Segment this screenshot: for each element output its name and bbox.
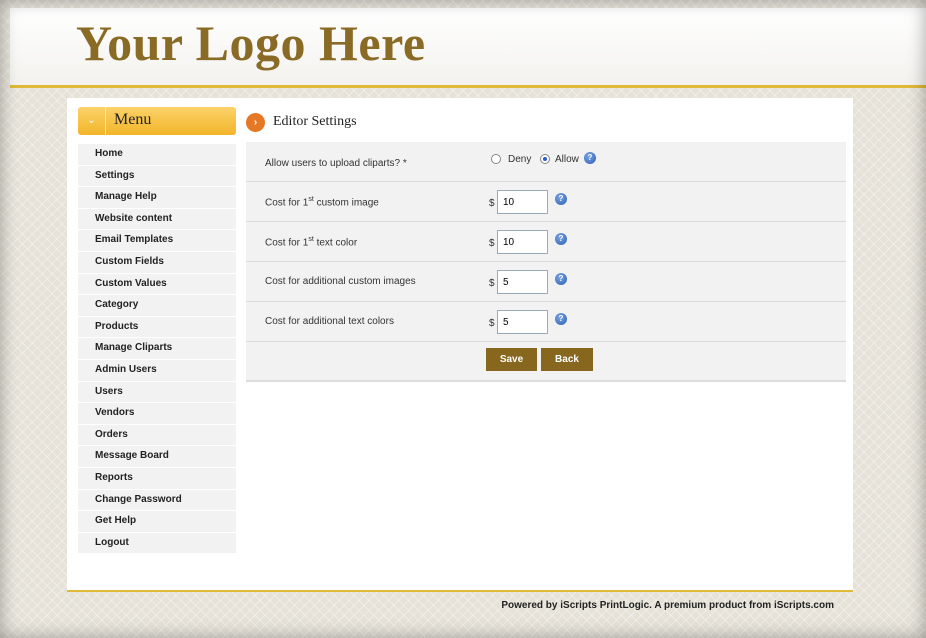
currency-symbol: $ — [489, 198, 495, 209]
logo: Your Logo Here — [76, 15, 426, 71]
sidebar-item-logout[interactable]: Logout — [78, 532, 236, 555]
sidebar-item-orders[interactable]: Orders — [78, 424, 236, 447]
cost-additional-images-row: Cost for additional custom images $ ? — [246, 262, 846, 302]
allow-radio[interactable] — [540, 154, 550, 164]
sidebar-item-custom-values[interactable]: Custom Values — [78, 273, 236, 296]
cost-additional-colors-label: Cost for additional text colors — [265, 316, 394, 327]
currency-symbol: $ — [489, 278, 495, 289]
sidebar-item-manage-help[interactable]: Manage Help — [78, 187, 236, 209]
sidebar-item-website-content[interactable]: Website content — [78, 208, 236, 231]
cost-first-text-color-row: Cost for 1st text color $ ? — [246, 222, 846, 262]
cost-additional-colors-input[interactable] — [497, 310, 548, 334]
upload-cliparts-label: Allow users to upload cliparts? * — [265, 158, 407, 169]
sidebar-item-email-templates[interactable]: Email Templates — [78, 230, 236, 252]
cost-first-custom-image-input[interactable] — [497, 190, 548, 214]
deny-label: Deny — [508, 154, 532, 165]
upload-cliparts-row: Allow users to upload cliparts? * Deny A… — [246, 142, 846, 182]
currency-symbol: $ — [489, 238, 495, 249]
sidebar-item-home[interactable]: Home — [78, 144, 236, 166]
arrow-right-circle-icon: › — [246, 113, 265, 132]
sidebar-item-message-board[interactable]: Message Board — [78, 446, 236, 468]
cost-additional-images-input[interactable] — [497, 270, 548, 294]
currency-symbol: $ — [489, 318, 495, 329]
label-text: Cost for 1 — [265, 197, 309, 209]
sidebar-item-admin-users[interactable]: Admin Users — [78, 359, 236, 382]
sidebar-item-change-password[interactable]: Change Password — [78, 489, 236, 512]
allow-label: Allow — [555, 154, 579, 165]
sidebar-item-manage-cliparts[interactable]: Manage Cliparts — [78, 338, 236, 360]
back-button[interactable]: Back — [541, 348, 593, 371]
sidebar-item-custom-fields[interactable]: Custom Fields — [78, 251, 236, 274]
cost-additional-colors-row: Cost for additional text colors $ ? — [246, 302, 846, 342]
sidebar-item-reports[interactable]: Reports — [78, 467, 236, 490]
menu-title: Menu — [114, 111, 152, 128]
label-text: Cost for 1 — [265, 237, 309, 249]
deny-radio[interactable] — [491, 154, 501, 164]
sidebar-item-settings[interactable]: Settings — [78, 165, 236, 188]
sidebar-item-vendors[interactable]: Vendors — [78, 403, 236, 425]
cost-first-text-color-label: Cost for 1st text color — [265, 236, 357, 248]
label-text: custom image — [313, 197, 379, 209]
menu-header[interactable]: ⌄ Menu — [78, 107, 236, 135]
sidebar-item-get-help[interactable]: Get Help — [78, 511, 236, 533]
cost-first-custom-image-label: Cost for 1st custom image — [265, 196, 379, 208]
cost-first-custom-image-row: Cost for 1st custom image $ ? — [246, 182, 846, 222]
sidebar-item-users[interactable]: Users — [78, 381, 236, 404]
help-icon[interactable]: ? — [555, 313, 567, 325]
chevron-down-icon[interactable]: ⌄ — [78, 107, 106, 135]
save-button[interactable]: Save — [486, 348, 537, 371]
header: Your Logo Here — [10, 8, 926, 88]
cost-additional-images-label: Cost for additional custom images — [265, 276, 416, 287]
cost-first-text-color-input[interactable] — [497, 230, 548, 254]
footer-divider — [67, 590, 853, 592]
help-icon[interactable]: ? — [555, 233, 567, 245]
sidebar-item-products[interactable]: Products — [78, 316, 236, 339]
sidebar-item-category[interactable]: Category — [78, 295, 236, 317]
sidebar-menu: Home Settings Manage Help Website conten… — [78, 144, 236, 555]
editor-settings-form: Allow users to upload cliparts? * Deny A… — [246, 142, 846, 382]
help-icon[interactable]: ? — [555, 273, 567, 285]
help-icon[interactable]: ? — [584, 152, 596, 164]
label-text: text color — [313, 237, 358, 249]
page-title: Editor Settings — [273, 114, 357, 129]
help-icon[interactable]: ? — [555, 193, 567, 205]
footer-credit: Powered by iScripts PrintLogic. A premiu… — [501, 600, 834, 611]
